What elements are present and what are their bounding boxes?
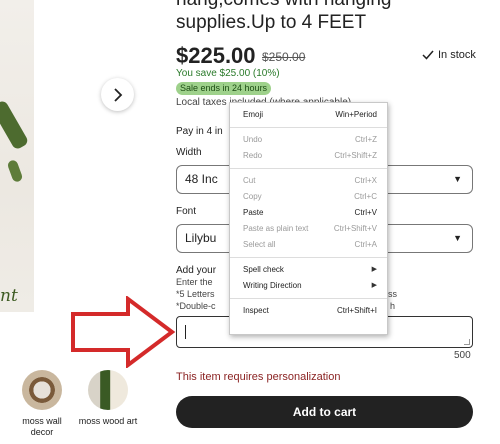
ctx-label: Spell check: [243, 265, 284, 274]
ctx-label: Copy: [243, 192, 262, 201]
text-caret: [185, 325, 186, 339]
image-script-text: nt: [0, 286, 18, 306]
thumbnail-label[interactable]: moss wall decor: [12, 416, 72, 438]
ctx-shortcut: Win+Period: [335, 110, 377, 119]
ctx-label: Cut: [243, 176, 256, 185]
ctx-label: Inspect: [243, 306, 269, 315]
menu-divider: [230, 127, 387, 128]
moss-decoration: [6, 158, 24, 184]
ctx-item-writing-direction[interactable]: Writing Direction ▶: [230, 278, 387, 294]
price: $225.00: [176, 43, 256, 68]
thumbnail-moss-wall-decor[interactable]: [22, 370, 62, 410]
ctx-shortcut: Ctrl+Z: [355, 135, 377, 144]
ctx-label: Paste as plain text: [243, 224, 309, 233]
sale-badge: Sale ends in 24 hours: [176, 82, 272, 95]
menu-divider: [230, 168, 387, 169]
personalization-line: *5 Letters: [176, 289, 215, 299]
pay-installments[interactable]: Pay in 4 in: [176, 126, 223, 137]
ctx-shortcut: Ctrl+V: [354, 208, 377, 217]
ctx-label: Select all: [243, 240, 276, 249]
ctx-label: Redo: [243, 151, 263, 160]
submenu-arrow-icon: ▶: [371, 282, 377, 289]
old-price: $250.00: [262, 50, 306, 64]
font-label: Font: [176, 206, 197, 217]
ctx-item-inspect[interactable]: Inspect Ctrl+Shift+I: [230, 303, 387, 319]
next-image-button[interactable]: [101, 78, 134, 111]
ctx-item-select-all[interactable]: Select all Ctrl+A: [230, 237, 387, 253]
menu-divider: [230, 257, 387, 258]
personalization-heading: Add your: [176, 265, 217, 276]
ctx-item-emoji[interactable]: Emoji Win+Period: [230, 107, 387, 123]
width-select-value: 48 Inc: [185, 172, 218, 186]
ctx-label: Emoji: [243, 110, 264, 119]
check-icon: [422, 50, 434, 60]
ctx-shortcut: Ctrl+A: [354, 240, 377, 249]
ctx-item-redo[interactable]: Redo Ctrl+Shift+Z: [230, 148, 387, 164]
personalization-line: Enter the: [176, 277, 213, 287]
chevron-right-icon: [113, 87, 122, 102]
ctx-item-cut[interactable]: Cut Ctrl+X: [230, 173, 387, 189]
menu-divider: [230, 298, 387, 299]
add-to-cart-button[interactable]: Add to cart: [176, 396, 473, 428]
ctx-shortcut: Ctrl+Shift+V: [333, 224, 377, 233]
ctx-shortcut: Ctrl+X: [354, 176, 377, 185]
context-menu: Emoji Win+Period Undo Ctrl+Z Redo Ctrl+S…: [229, 102, 388, 335]
chevron-down-icon: ▼: [453, 174, 462, 184]
thumbnail-label[interactable]: moss wood art: [78, 416, 138, 427]
char-count: 500: [454, 350, 471, 361]
ctx-item-spell-check[interactable]: Spell check ▶: [230, 262, 387, 278]
personalization-line: *Double-c: [176, 301, 216, 311]
stock-label: In stock: [438, 49, 476, 61]
ctx-item-copy[interactable]: Copy Ctrl+C: [230, 189, 387, 205]
red-arrow-icon: [71, 296, 176, 368]
ctx-label: Writing Direction: [243, 281, 302, 290]
ctx-shortcut: Ctrl+Shift+I: [336, 306, 377, 315]
product-title: hang,comes with hanging supplies.Up to 4…: [176, 0, 391, 33]
personalization-line-end: ss: [388, 289, 397, 299]
ctx-item-paste[interactable]: Paste Ctrl+V: [230, 205, 387, 221]
product-image[interactable]: nt: [0, 0, 34, 312]
ctx-shortcut: Ctrl+Shift+Z: [334, 151, 377, 160]
personalization-error: This item requires personalization: [176, 371, 341, 383]
ctx-label: Undo: [243, 135, 263, 144]
chevron-down-icon: ▼: [453, 233, 462, 243]
ctx-item-undo[interactable]: Undo Ctrl+Z: [230, 132, 387, 148]
ctx-shortcut: Ctrl+C: [354, 192, 377, 201]
submenu-arrow-icon: ▶: [371, 266, 377, 273]
ctx-label: Paste: [243, 208, 264, 217]
stock-status: In stock: [422, 49, 476, 61]
resize-grip-icon[interactable]: [464, 339, 470, 345]
width-label: Width: [176, 147, 202, 158]
moss-decoration: [0, 99, 30, 151]
font-select-value: Lilybu: [185, 231, 217, 245]
thumbnail-moss-wood-art[interactable]: [88, 370, 128, 410]
ctx-item-paste-plain[interactable]: Paste as plain text Ctrl+Shift+V: [230, 221, 387, 237]
savings-text: You save $25.00 (10%): [176, 68, 280, 79]
personalization-line-end: h: [390, 301, 396, 311]
